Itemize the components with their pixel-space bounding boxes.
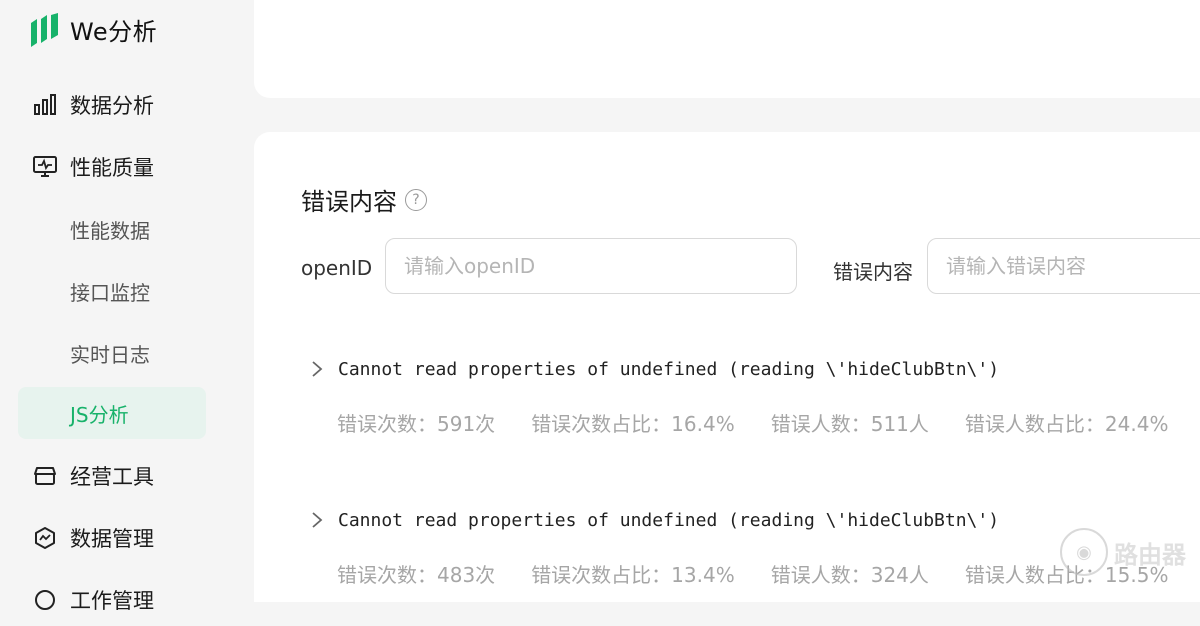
error-content-input[interactable] — [927, 238, 1200, 294]
sidebar-item-label: 工作管理 — [70, 589, 154, 613]
sidebar: We分析 数据分析 性能质量 性能数据 接口监控 实时日志 JS分析 经营工具 … — [0, 0, 254, 613]
sidebar-item-business-tools[interactable]: 经营工具 — [18, 450, 206, 502]
app-name: We分析 — [70, 18, 158, 46]
error-count-ratio: 错误次数占比：13.4% — [531, 563, 735, 587]
error-message: Cannot read properties of undefined (rea… — [338, 509, 1000, 531]
error-users-ratio: 错误人数占比：24.4% — [964, 412, 1169, 436]
error-item[interactable]: Cannot read properties of undefined (rea… — [300, 354, 1200, 437]
sidebar-item-js-analysis[interactable]: JS分析 — [18, 387, 206, 439]
sidebar-item-performance[interactable]: 性能质量 — [18, 141, 206, 193]
error-content-label: 错误内容 — [833, 260, 913, 284]
watermark-text: 路由器 — [1114, 540, 1186, 569]
sidebar-item-realtime-log[interactable]: 实时日志 — [18, 327, 206, 379]
sidebar-item-label: JS分析 — [70, 402, 129, 427]
error-count: 错误次数：591次 — [337, 412, 496, 436]
top-panel — [254, 0, 1200, 98]
watermark: ◉ 路由器 — [1060, 528, 1186, 576]
error-count: 错误次数：483次 — [337, 563, 496, 587]
sidebar-item-data-analysis[interactable]: 数据分析 — [18, 79, 206, 131]
sidebar-item-label: 性能数据 — [70, 218, 150, 243]
sidebar-item-work-management[interactable]: 工作管理 — [18, 574, 206, 626]
settings-icon — [32, 587, 58, 613]
chevron-right-icon[interactable] — [306, 358, 328, 380]
sidebar-item-label: 数据分析 — [70, 94, 154, 118]
we-logo-icon — [31, 12, 58, 47]
chevron-right-icon[interactable] — [306, 509, 328, 531]
error-users: 错误人数：511人 — [770, 412, 929, 436]
sidebar-item-label: 经营工具 — [70, 465, 154, 489]
error-count-ratio: 错误次数占比：16.4% — [531, 412, 735, 436]
openid-label: openID — [301, 256, 373, 280]
sidebar-item-label: 性能质量 — [70, 156, 154, 180]
bar-chart-icon — [32, 92, 58, 118]
page-title: 错误内容 — [301, 188, 397, 216]
help-icon[interactable]: ? — [405, 188, 427, 211]
sidebar-item-api-monitor[interactable]: 接口监控 — [18, 265, 206, 317]
router-logo-icon: ◉ — [1060, 528, 1108, 576]
sidebar-item-label: 实时日志 — [70, 342, 150, 367]
monitor-icon — [32, 154, 58, 180]
data-manage-icon — [32, 525, 58, 551]
sidebar-item-performance-data[interactable]: 性能数据 — [18, 203, 206, 255]
sidebar-item-data-management[interactable]: 数据管理 — [18, 512, 206, 564]
section-header: 错误内容 ? — [301, 182, 427, 217]
openid-input[interactable] — [385, 238, 797, 294]
app-logo[interactable]: We分析 — [28, 12, 157, 47]
sidebar-item-label: 接口监控 — [70, 280, 150, 305]
error-users: 错误人数：324人 — [770, 563, 929, 587]
shop-icon — [32, 463, 58, 489]
sidebar-item-label: 数据管理 — [70, 527, 154, 551]
error-message: Cannot read properties of undefined (rea… — [338, 358, 1000, 380]
